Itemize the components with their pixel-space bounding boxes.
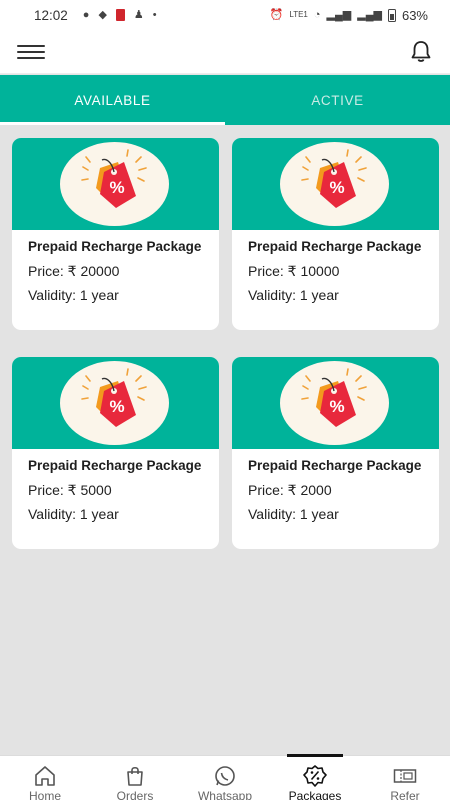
- package-price: Price: ₹ 5000: [28, 482, 112, 498]
- package-validity: Validity: 1 year: [28, 287, 119, 303]
- card-banner: %: [232, 138, 439, 230]
- package-title: Prepaid Recharge Package: [28, 458, 202, 473]
- status-left: 12:02 ● ◆ ♟ •: [34, 8, 157, 23]
- nav-packages[interactable]: Packages: [270, 754, 360, 800]
- discount-tag-icon: %: [280, 142, 389, 226]
- package-title: Prepaid Recharge Package: [28, 239, 202, 254]
- nav-whatsapp-label: Whatsapp: [197, 789, 253, 800]
- svg-text:%: %: [329, 178, 344, 197]
- home-icon: [33, 765, 57, 787]
- wifi-icon: ◔: [313, 8, 321, 21]
- package-card[interactable]: % Prepaid Recharge Package Price: ₹ 2000…: [232, 357, 439, 549]
- nav-orders[interactable]: Orders: [90, 756, 180, 800]
- whatsapp-icon: [213, 765, 237, 787]
- battery-percent: 63%: [401, 7, 428, 23]
- nav-refer[interactable]: Refer: [360, 756, 450, 800]
- tab-available[interactable]: AVAILABLE: [0, 75, 225, 125]
- svg-text:%: %: [329, 397, 344, 416]
- nav-home-label: Home: [28, 789, 61, 800]
- shopping-bag-icon: [123, 765, 147, 787]
- card-banner: %: [12, 357, 219, 449]
- package-tabs: AVAILABLE ACTIVE: [0, 75, 450, 125]
- status-time: 12:02: [34, 7, 68, 23]
- package-title: Prepaid Recharge Package: [248, 239, 422, 254]
- bell-icon[interactable]: [410, 40, 432, 64]
- refer-ticket-icon: [393, 765, 417, 787]
- signal-icon-2: ▂▄▆: [357, 8, 382, 21]
- snapchat-notification-icon: ◆: [98, 8, 107, 21]
- package-card[interactable]: % Prepaid Recharge Package Price: ₹ 2000…: [12, 138, 219, 330]
- lte-label: LTE1: [289, 10, 308, 19]
- discount-tag-icon: %: [280, 361, 389, 445]
- app-bar: [0, 30, 450, 74]
- nav-packages-label: Packages: [288, 789, 342, 800]
- battery-icon: [387, 8, 396, 22]
- discount-tag-icon: %: [60, 142, 169, 226]
- nav-orders-label: Orders: [116, 789, 154, 800]
- signal-icon-1: ▂▄▆: [326, 8, 352, 21]
- bottom-nav: Home Orders Whatsapp Packages Refer: [0, 754, 450, 800]
- nav-whatsapp[interactable]: Whatsapp: [180, 756, 270, 800]
- nav-refer-label: Refer: [390, 789, 420, 800]
- card-banner: %: [232, 357, 439, 449]
- package-card[interactable]: % Prepaid Recharge Package Price: ₹ 5000…: [12, 357, 219, 549]
- svg-text:%: %: [109, 397, 124, 416]
- package-price: Price: ₹ 2000: [248, 482, 332, 498]
- chat-notification-icon: ●: [82, 8, 90, 21]
- package-card[interactable]: % Prepaid Recharge Package Price: ₹ 1000…: [232, 138, 439, 330]
- more-notifications-icon: •: [152, 8, 157, 21]
- package-validity: Validity: 1 year: [248, 506, 339, 522]
- percent-badge-icon: [303, 765, 327, 787]
- package-price: Price: ₹ 20000: [28, 263, 120, 279]
- package-price: Price: ₹ 10000: [248, 263, 340, 279]
- nav-home[interactable]: Home: [0, 756, 90, 800]
- app-notification-icon: [115, 9, 125, 21]
- package-validity: Validity: 1 year: [248, 287, 339, 303]
- svg-text:%: %: [109, 178, 124, 197]
- discount-tag-icon: %: [60, 361, 169, 445]
- tab-active[interactable]: ACTIVE: [225, 75, 450, 125]
- status-bar: 12:02 ● ◆ ♟ • ⏰ LTE1 ◔ ▂▄▆ ▂▄▆ 63%: [0, 0, 450, 30]
- user-notification-icon: ♟: [133, 8, 144, 21]
- package-title: Prepaid Recharge Package: [248, 458, 422, 473]
- package-validity: Validity: 1 year: [28, 506, 119, 522]
- hamburger-menu-icon[interactable]: [17, 45, 45, 59]
- status-right: ⏰ LTE1 ◔ ▂▄▆ ▂▄▆ 63%: [270, 8, 428, 23]
- card-banner: %: [12, 138, 219, 230]
- alarm-icon: ⏰: [269, 8, 284, 21]
